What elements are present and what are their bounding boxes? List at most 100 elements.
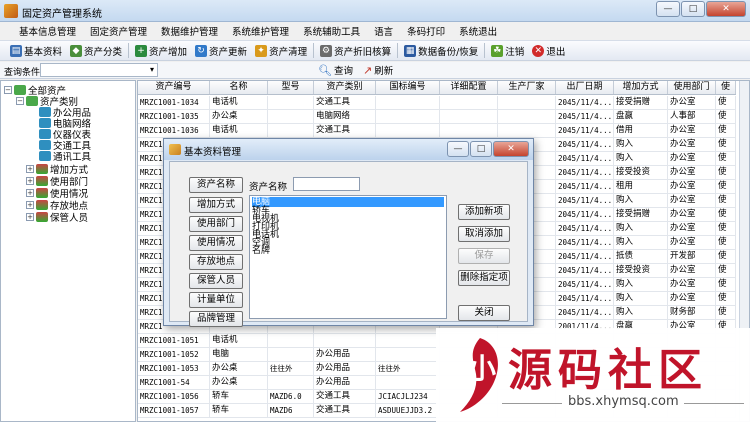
toolbar-basic-info-button[interactable]: ▤ 基本资料 (6, 44, 66, 58)
table-cell: 2045/11/4... (558, 152, 614, 165)
brand-mgmt-button[interactable]: 品牌管理 (189, 311, 243, 327)
table-cell: 2045/11/4... (558, 208, 614, 221)
table-cell: 使 (716, 110, 736, 123)
table-cell: 电话机 (210, 124, 268, 137)
table-cell: MRZC1001-1035 (138, 110, 210, 123)
close-button[interactable]: ✕ (706, 1, 746, 17)
toolbar-update-asset-button[interactable]: ↻ 资产更新 (191, 44, 251, 58)
table-cell (268, 96, 314, 109)
table-cell: 使 (716, 152, 736, 165)
toolbar-depreciation-button[interactable]: ⚙ 资产折旧核算 (316, 44, 395, 58)
list-item[interactable]: 名牌 (252, 247, 270, 256)
delete-item-button[interactable]: 删除指定项 (458, 270, 510, 286)
table-cell: 2045/11/4... (558, 96, 614, 109)
table-cell: 使 (716, 292, 736, 305)
cancel-add-button[interactable]: 取消添加 (458, 226, 510, 242)
menu-asset-mgmt[interactable]: 固定资产管理 (83, 24, 154, 38)
maximize-button[interactable]: □ (681, 1, 705, 17)
refresh-button[interactable]: ↗ 刷新 (363, 63, 393, 78)
menu-exit[interactable]: 系统退出 (452, 24, 504, 38)
category-icon: ◆ (70, 44, 83, 57)
table-cell (314, 334, 376, 347)
column-header[interactable]: 详细配置 (440, 81, 498, 94)
toolbar: ▤ 基本资料 ◆ 资产分类 + 资产增加 ↻ 资产更新 ✦ 资产清理 ⚙ 资产折旧核算 ▦ 数… (0, 40, 750, 61)
save-button[interactable]: 保存 (458, 248, 510, 264)
table-cell (376, 110, 440, 123)
table-cell (376, 96, 440, 109)
tree-node-custodian[interactable]: + 保管人员 (26, 210, 88, 224)
menu-language[interactable]: 语言 (367, 24, 400, 38)
table-cell: 2045/11/4... (558, 236, 614, 249)
menu-basic-info[interactable]: 基本信息管理 (12, 24, 83, 38)
table-cell: 轿车 (210, 404, 268, 417)
dialog-close-action-button[interactable]: 关闭 (458, 305, 510, 321)
column-header[interactable]: 型号 (268, 81, 314, 94)
table-cell: 办公室 (668, 236, 716, 249)
add-new-item-button[interactable]: 添加新项 (458, 204, 510, 220)
window-title: 固定资产管理系统 (22, 9, 102, 20)
toolbar-exit-button[interactable]: ✕ 退出 (528, 44, 569, 58)
table-cell: 接受投资 (614, 166, 668, 179)
dialog-maximize-button[interactable]: □ (470, 141, 492, 157)
column-header[interactable]: 名称 (210, 81, 268, 94)
custodian-button[interactable]: 保管人员 (189, 273, 243, 289)
minimize-button[interactable]: — (656, 1, 680, 17)
unit-button[interactable]: 计量单位 (189, 292, 243, 308)
column-header[interactable]: 资产类别 (314, 81, 376, 94)
table-cell: 办公室 (668, 278, 716, 291)
column-header[interactable]: 使用部门 (668, 81, 716, 94)
list-item[interactable]: 电脑 (252, 197, 444, 207)
asset-name-input[interactable] (293, 177, 360, 191)
table-cell: 使 (716, 166, 736, 179)
table-cell: 办公室 (668, 166, 716, 179)
asset-name-button[interactable]: 资产名称 (189, 177, 243, 193)
menu-bar: 基本信息管理 固定资产管理 数据维护管理 系统维护管理 系统辅助工具 语言 条码… (0, 22, 750, 40)
table-cell: 往往外 (376, 362, 440, 375)
toolbar-category-button[interactable]: ◆ 资产分类 (66, 44, 126, 58)
query-button[interactable]: 🔍︎ 查询 (318, 63, 353, 78)
table-cell: 使 (716, 96, 736, 109)
column-header[interactable]: 出厂日期 (556, 81, 614, 94)
table-cell (268, 334, 314, 347)
app-icon (4, 4, 18, 18)
add-method-button[interactable]: 增加方式 (189, 197, 243, 213)
column-header[interactable]: 国标编号 (376, 81, 440, 94)
toolbar-separator (397, 43, 399, 58)
table-row[interactable]: MRZC1001-1035 办公桌 电脑网络 2045/11/4... 盘赢 人事部使 (138, 110, 736, 124)
table-cell: 购入 (614, 278, 668, 291)
column-header[interactable]: 生产厂家 (498, 81, 556, 94)
column-header[interactable]: 使 (716, 81, 736, 94)
books-icon (36, 176, 48, 186)
dialog-minimize-button[interactable]: — (447, 141, 469, 157)
basic-info-dialog: 基本资料管理 — □ ✕ 资产名称 增加方式 使用部门 使用情况 存放地点 保管… (163, 138, 534, 327)
toolbar-logout-button[interactable]: ☘ 注销 (487, 44, 528, 58)
table-row[interactable]: MRZC1001-1036 电话机 交通工具 2045/11/4... 借用 办公室使 (138, 124, 736, 138)
table-cell: 2045/11/4... (558, 110, 614, 123)
table-cell: 使 (716, 264, 736, 277)
menu-system-maint[interactable]: 系统维护管理 (225, 24, 296, 38)
column-header[interactable]: 资产编号 (138, 81, 210, 94)
dialog-close-button[interactable]: ✕ (493, 141, 529, 157)
watermark-logo-icon: 小 (460, 338, 498, 412)
menu-barcode[interactable]: 条码打印 (400, 24, 452, 38)
tree-node-communication[interactable]: 通讯工具 (39, 149, 91, 163)
menu-data-maint[interactable]: 数据维护管理 (154, 24, 225, 38)
toolbar-add-asset-button[interactable]: + 资产增加 (131, 44, 191, 58)
column-header[interactable]: 增加方式 (614, 81, 668, 94)
asset-name-list[interactable]: 电脑 轿车 电视机 打印机 电话机 空调 名牌 (249, 195, 447, 319)
table-cell: 办公室 (668, 264, 716, 277)
field-label: 资产名称 (249, 182, 288, 193)
table-header: 资产编号 名称 型号 资产类别 国标编号 详细配置 生产厂家 出厂日期 增加方式 使用部门使 (138, 81, 736, 95)
query-condition-select[interactable]: ▾ (40, 63, 158, 77)
book-icon: ▤ (10, 44, 22, 57)
department-button[interactable]: 使用部门 (189, 216, 243, 232)
table-row[interactable]: MRZC1001-1034 电话机 交通工具 2045/11/4... 接受捐赠 办公室使 (138, 96, 736, 110)
toolbar-cleanup-asset-button[interactable]: ✦ 资产清理 (251, 44, 311, 58)
usage-status-button[interactable]: 使用情况 (189, 235, 243, 251)
toolbar-backup-button[interactable]: ▦ 数据备份/恢复 (400, 44, 482, 58)
menu-tools[interactable]: 系统辅助工具 (296, 24, 367, 38)
storage-location-button[interactable]: 存放地点 (189, 254, 243, 270)
table-cell: 办公室 (668, 138, 716, 151)
table-cell: 使 (716, 194, 736, 207)
table-cell: 接受捐赠 (614, 208, 668, 221)
